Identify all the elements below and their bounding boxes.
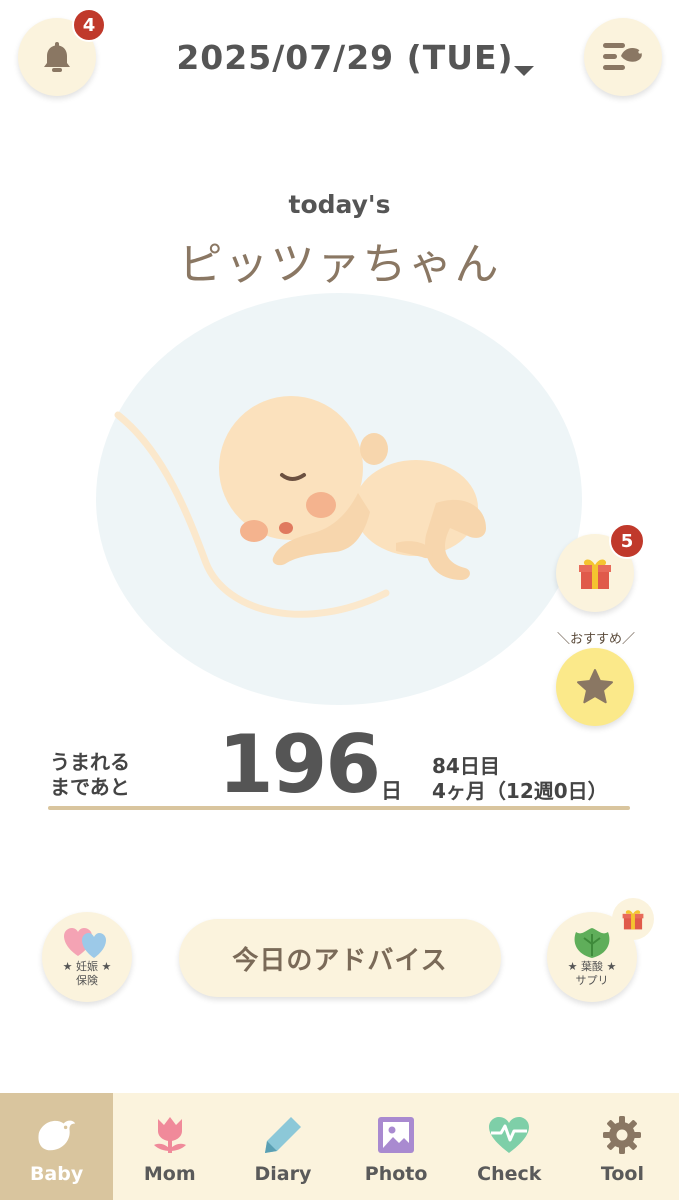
notification-count-badge: 4 [72, 8, 106, 42]
remaining-label-line1: うまれる [50, 750, 130, 774]
pencil-icon [261, 1113, 305, 1157]
gear-icon [600, 1113, 644, 1157]
todays-advice-button[interactable]: 今日のアドバイス [179, 919, 501, 997]
hearts-icon [64, 928, 106, 958]
tab-baby-label: Baby [29, 1163, 84, 1185]
supplement-gift-badge [612, 898, 654, 940]
tab-diary[interactable]: Diary [226, 1093, 339, 1200]
bottom-tab-bar: Baby Mom Diary Photo Check Tool [0, 1093, 679, 1200]
date-selector[interactable]: 2025/07/29 (TUE) [150, 38, 540, 77]
supplement-label-line2: サプリ [575, 974, 609, 987]
days-left-value: 196 [218, 718, 381, 811]
present-count-badge: 5 [609, 523, 645, 559]
leaf-icon [574, 928, 610, 958]
heartbeat-icon [487, 1113, 531, 1157]
pregnancy-month-week: 4ヶ月（12週0日） [432, 779, 608, 803]
bird-icon [35, 1113, 79, 1157]
chevron-down-icon[interactable] [514, 66, 534, 76]
insurance-label-line2: 保険 [76, 974, 98, 987]
tab-photo-label: Photo [364, 1163, 428, 1185]
today-label: today's [288, 190, 391, 219]
gift-icon [579, 559, 611, 589]
tab-photo[interactable]: Photo [340, 1093, 453, 1200]
star-icon [577, 669, 613, 704]
tab-check[interactable]: Check [453, 1093, 566, 1200]
days-left-unit: 日 [381, 779, 402, 803]
menu-icon [603, 43, 642, 70]
insurance-label-line1: ★ 妊娠 ★ [62, 960, 112, 973]
fetus-illustration [114, 396, 486, 618]
divider-line [48, 806, 630, 810]
tab-mom-label: Mom [143, 1163, 196, 1185]
photo-icon [374, 1113, 418, 1157]
remaining-label-line2: まであと [50, 775, 130, 799]
recommend-label: ＼おすすめ／ [556, 632, 635, 647]
bell-icon [44, 42, 70, 72]
tab-baby[interactable]: Baby [0, 1093, 114, 1200]
supplement-label-line1: ★ 葉酸 ★ [567, 960, 617, 973]
maternity-insurance-button[interactable]: ★ 妊娠 ★ 保険 [42, 912, 132, 1002]
recommend-button[interactable] [556, 648, 634, 726]
tab-mom[interactable]: Mom [113, 1093, 226, 1200]
tab-tool-label: Tool [600, 1163, 644, 1185]
tab-tool[interactable]: Tool [566, 1093, 679, 1200]
gift-icon [622, 910, 644, 930]
menu-button[interactable] [584, 18, 662, 96]
tab-diary-label: Diary [254, 1163, 312, 1185]
tulip-icon [148, 1113, 192, 1157]
tab-check-label: Check [477, 1163, 542, 1185]
baby-name: ピッツァちゃん [178, 239, 501, 290]
remaining-label: うまれる まであと [50, 750, 130, 800]
